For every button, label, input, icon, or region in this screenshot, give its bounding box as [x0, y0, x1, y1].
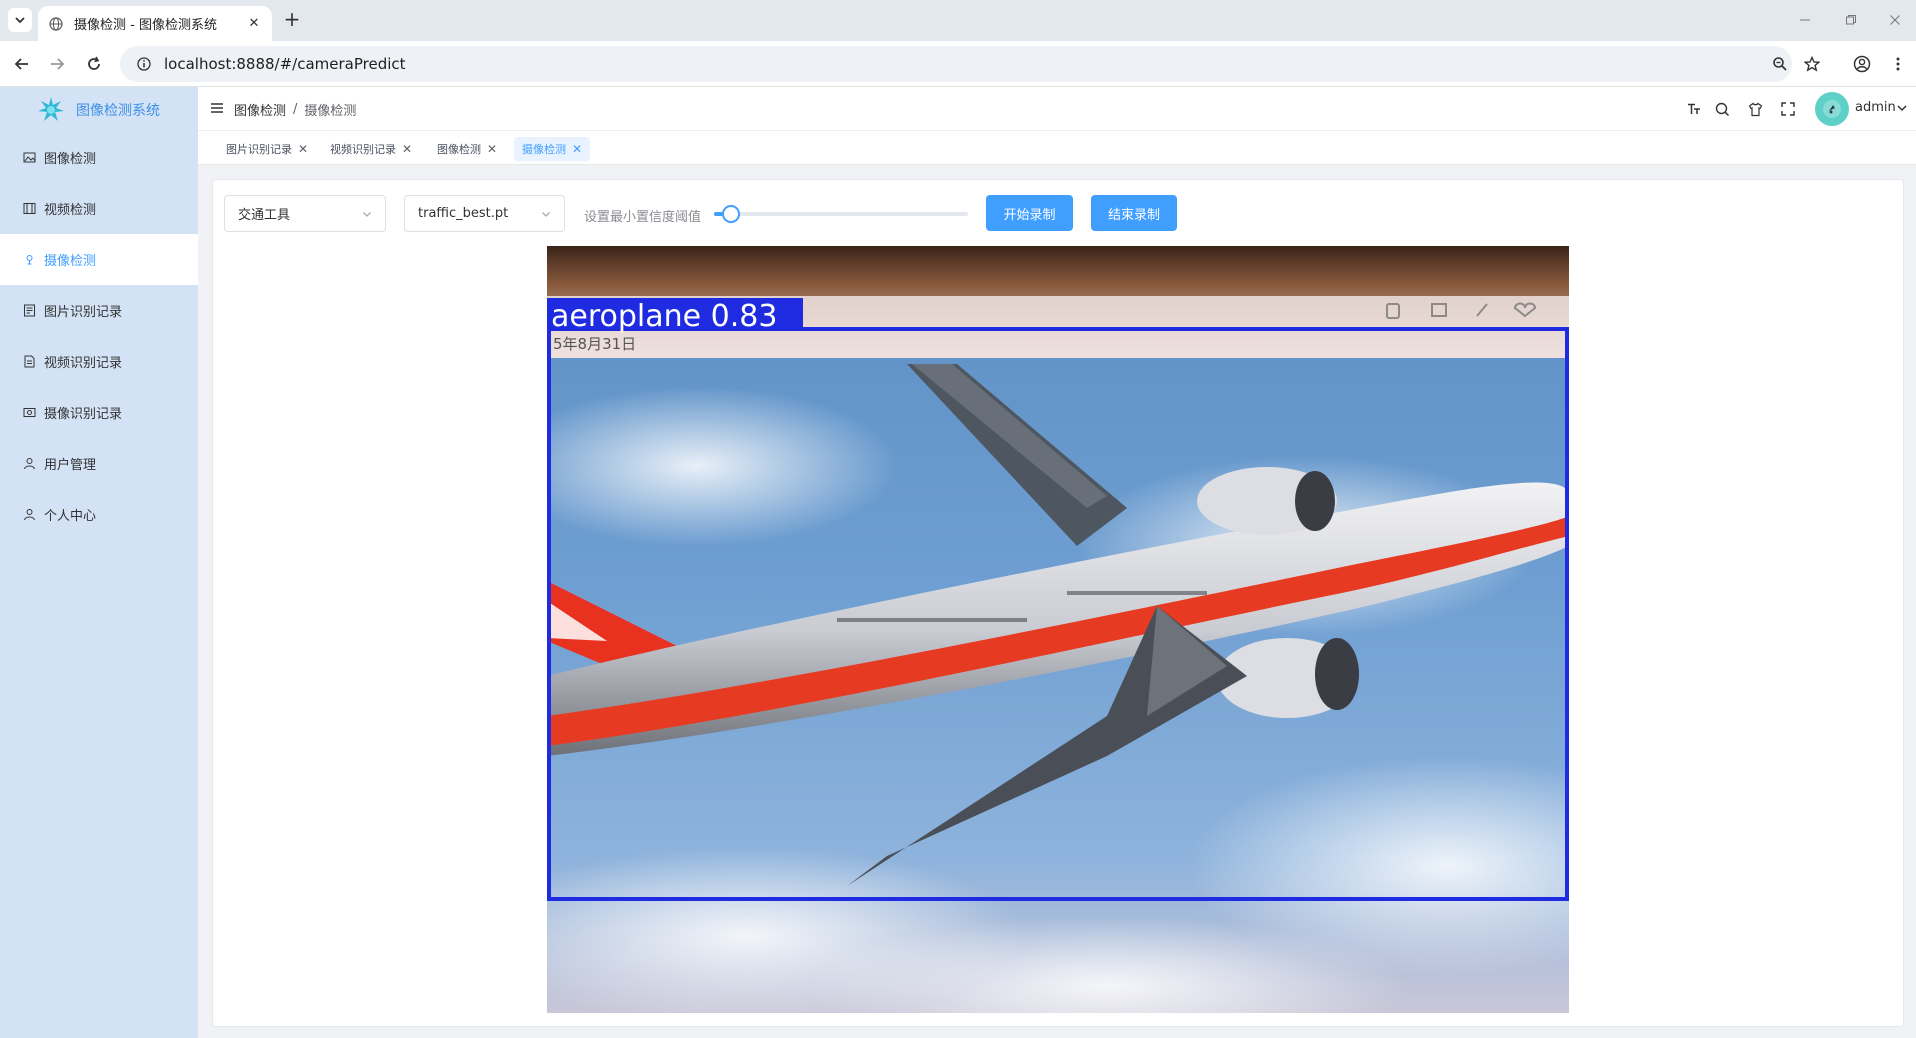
- camera-frame-image: 5年8月31日 aeroplane 0.83: [547, 246, 1569, 1013]
- sidebar-item-label: 视频识别记录: [44, 356, 123, 371]
- camera-card: 交通工具 traffic_best.pt 设置最小置信度阈值 开始录制 结束录制: [212, 179, 1904, 1027]
- model-select-value: traffic_best.pt: [418, 206, 509, 221]
- camera-icon: [22, 253, 36, 267]
- breadcrumb-item[interactable]: 图像检测: [234, 100, 286, 119]
- model-select[interactable]: traffic_best.pt: [404, 195, 565, 232]
- frame-date-text: 5年8月31日: [553, 335, 636, 353]
- video-icon: [22, 202, 36, 216]
- reload-icon[interactable]: [82, 52, 106, 76]
- brand-name: 图像检测系统: [76, 102, 160, 119]
- tag-video-records[interactable]: 视频识别记录 ✕: [322, 137, 420, 161]
- sidebar-item-video-detect[interactable]: 视频检测: [0, 183, 198, 234]
- tag-label: 图片识别记录: [226, 143, 292, 156]
- tag-image-detect[interactable]: 图像检测 ✕: [429, 137, 505, 161]
- start-recording-button[interactable]: 开始录制: [986, 195, 1073, 231]
- category-select-value: 交通工具: [238, 208, 291, 223]
- chevron-down-icon[interactable]: [1895, 101, 1909, 115]
- main-content: 交通工具 traffic_best.pt 设置最小置信度阈值 开始录制 结束录制: [198, 165, 1916, 1038]
- leaf-logo-icon: [38, 96, 64, 121]
- tag-image-records[interactable]: 图片识别记录 ✕: [218, 137, 316, 161]
- browser-tabstrip: 摄像检测 - 图像检测系统 ✕ +: [0, 0, 1916, 41]
- hamburger-icon[interactable]: [210, 101, 224, 115]
- close-icon[interactable]: ✕: [246, 16, 262, 32]
- close-icon[interactable]: ✕: [487, 142, 497, 156]
- sidebar-item-label: 用户管理: [44, 458, 97, 473]
- new-tab-button[interactable]: +: [282, 9, 302, 30]
- sidebar-item-camera-detect[interactable]: 摄像检测: [0, 234, 198, 285]
- sidebar-item-label: 摄像检测: [44, 254, 97, 269]
- camera-record-icon: [22, 406, 36, 420]
- camera-feed: 5年8月31日 aeroplane 0.83: [547, 246, 1569, 1013]
- sidebar-item-label: 个人中心: [44, 509, 97, 524]
- sidebar-item-image-records[interactable]: 图片识别记录: [0, 285, 198, 336]
- zoom-icon[interactable]: [1768, 52, 1792, 76]
- browser-toolbar: localhost:8888/#/cameraPredict: [0, 41, 1916, 87]
- user-icon: [22, 457, 36, 471]
- theme-shirt-icon[interactable]: [1747, 101, 1763, 117]
- browser-tab-active[interactable]: 摄像检测 - 图像检测系统 ✕: [38, 6, 272, 41]
- site-info-icon[interactable]: [136, 56, 152, 72]
- sidebar-item-camera-records[interactable]: 摄像识别记录: [0, 387, 198, 438]
- browser-tab-title: 摄像检测 - 图像检测系统: [74, 18, 217, 33]
- brand[interactable]: 图像检测系统: [0, 87, 198, 132]
- forward-arrow-icon[interactable]: [45, 52, 69, 76]
- sidebar-item-label: 摄像识别记录: [44, 407, 123, 422]
- bookmark-star-icon[interactable]: [1800, 52, 1824, 76]
- breadcrumb-separator: /: [293, 102, 298, 117]
- top-header: 图像检测 / 摄像检测 admin: [198, 87, 1916, 131]
- threshold-slider-thumb[interactable]: [721, 205, 740, 223]
- sidebar-item-video-records[interactable]: 视频识别记录: [0, 336, 198, 387]
- tag-label: 视频识别记录: [330, 143, 396, 156]
- back-arrow-icon[interactable]: [10, 52, 34, 76]
- search-icon[interactable]: [1714, 101, 1730, 117]
- sidebar: 图像检测系统 图像检测 视频检测 摄像检测 图片识别记录 视频识别记录 摄像识别…: [0, 87, 198, 1038]
- close-icon[interactable]: ✕: [298, 142, 308, 156]
- sidebar-item-personal-center[interactable]: 个人中心: [0, 489, 198, 540]
- profile-icon[interactable]: [1850, 52, 1874, 76]
- restore-icon[interactable]: [1840, 9, 1862, 31]
- detection-label: aeroplane 0.83: [551, 299, 777, 334]
- tag-label: 图像检测: [437, 143, 481, 156]
- chevron-down-icon: [15, 17, 25, 24]
- address-bar[interactable]: localhost:8888/#/cameraPredict: [120, 46, 1792, 82]
- globe-icon: [48, 16, 64, 32]
- font-size-icon[interactable]: [1686, 101, 1702, 117]
- chevron-down-icon: [542, 212, 550, 217]
- sidebar-item-image-detect[interactable]: 图像检测: [0, 132, 198, 183]
- tag-label: 摄像检测: [522, 143, 566, 156]
- minimize-icon[interactable]: [1794, 9, 1816, 31]
- image-record-icon: [22, 304, 36, 318]
- sidebar-item-label: 图片识别记录: [44, 305, 123, 320]
- avatar-image: [1823, 100, 1841, 118]
- sidebar-item-user-management[interactable]: 用户管理: [0, 438, 198, 489]
- category-select[interactable]: 交通工具: [224, 195, 386, 232]
- breadcrumb: 图像检测 / 摄像检测: [234, 100, 356, 119]
- stop-recording-button[interactable]: 结束录制: [1091, 195, 1177, 231]
- tags-view: 图片识别记录 ✕ 视频识别记录 ✕ 图像检测 ✕ 摄像检测 ✕: [198, 131, 1916, 165]
- close-icon[interactable]: ✕: [402, 142, 412, 156]
- url-text: localhost:8888/#/cameraPredict: [164, 55, 406, 73]
- sidebar-item-label: 图像检测: [44, 152, 97, 167]
- username[interactable]: admin: [1855, 100, 1896, 115]
- video-record-icon: [22, 355, 36, 369]
- chevron-down-icon: [363, 212, 371, 217]
- tab-search-button[interactable]: [8, 8, 32, 32]
- fullscreen-icon[interactable]: [1780, 101, 1796, 117]
- avatar[interactable]: [1815, 92, 1849, 126]
- window-close-icon[interactable]: [1884, 9, 1906, 31]
- person-icon: [22, 508, 36, 522]
- threshold-label: 设置最小置信度阈值: [584, 210, 702, 225]
- tag-camera-detect[interactable]: 摄像检测 ✕: [514, 137, 591, 161]
- breadcrumb-item-current: 摄像检测: [304, 104, 357, 119]
- sidebar-item-label: 视频检测: [44, 203, 97, 218]
- close-icon[interactable]: ✕: [572, 142, 582, 156]
- kebab-menu-icon[interactable]: [1886, 52, 1910, 76]
- image-icon: [22, 151, 36, 165]
- threshold-slider[interactable]: [714, 205, 968, 223]
